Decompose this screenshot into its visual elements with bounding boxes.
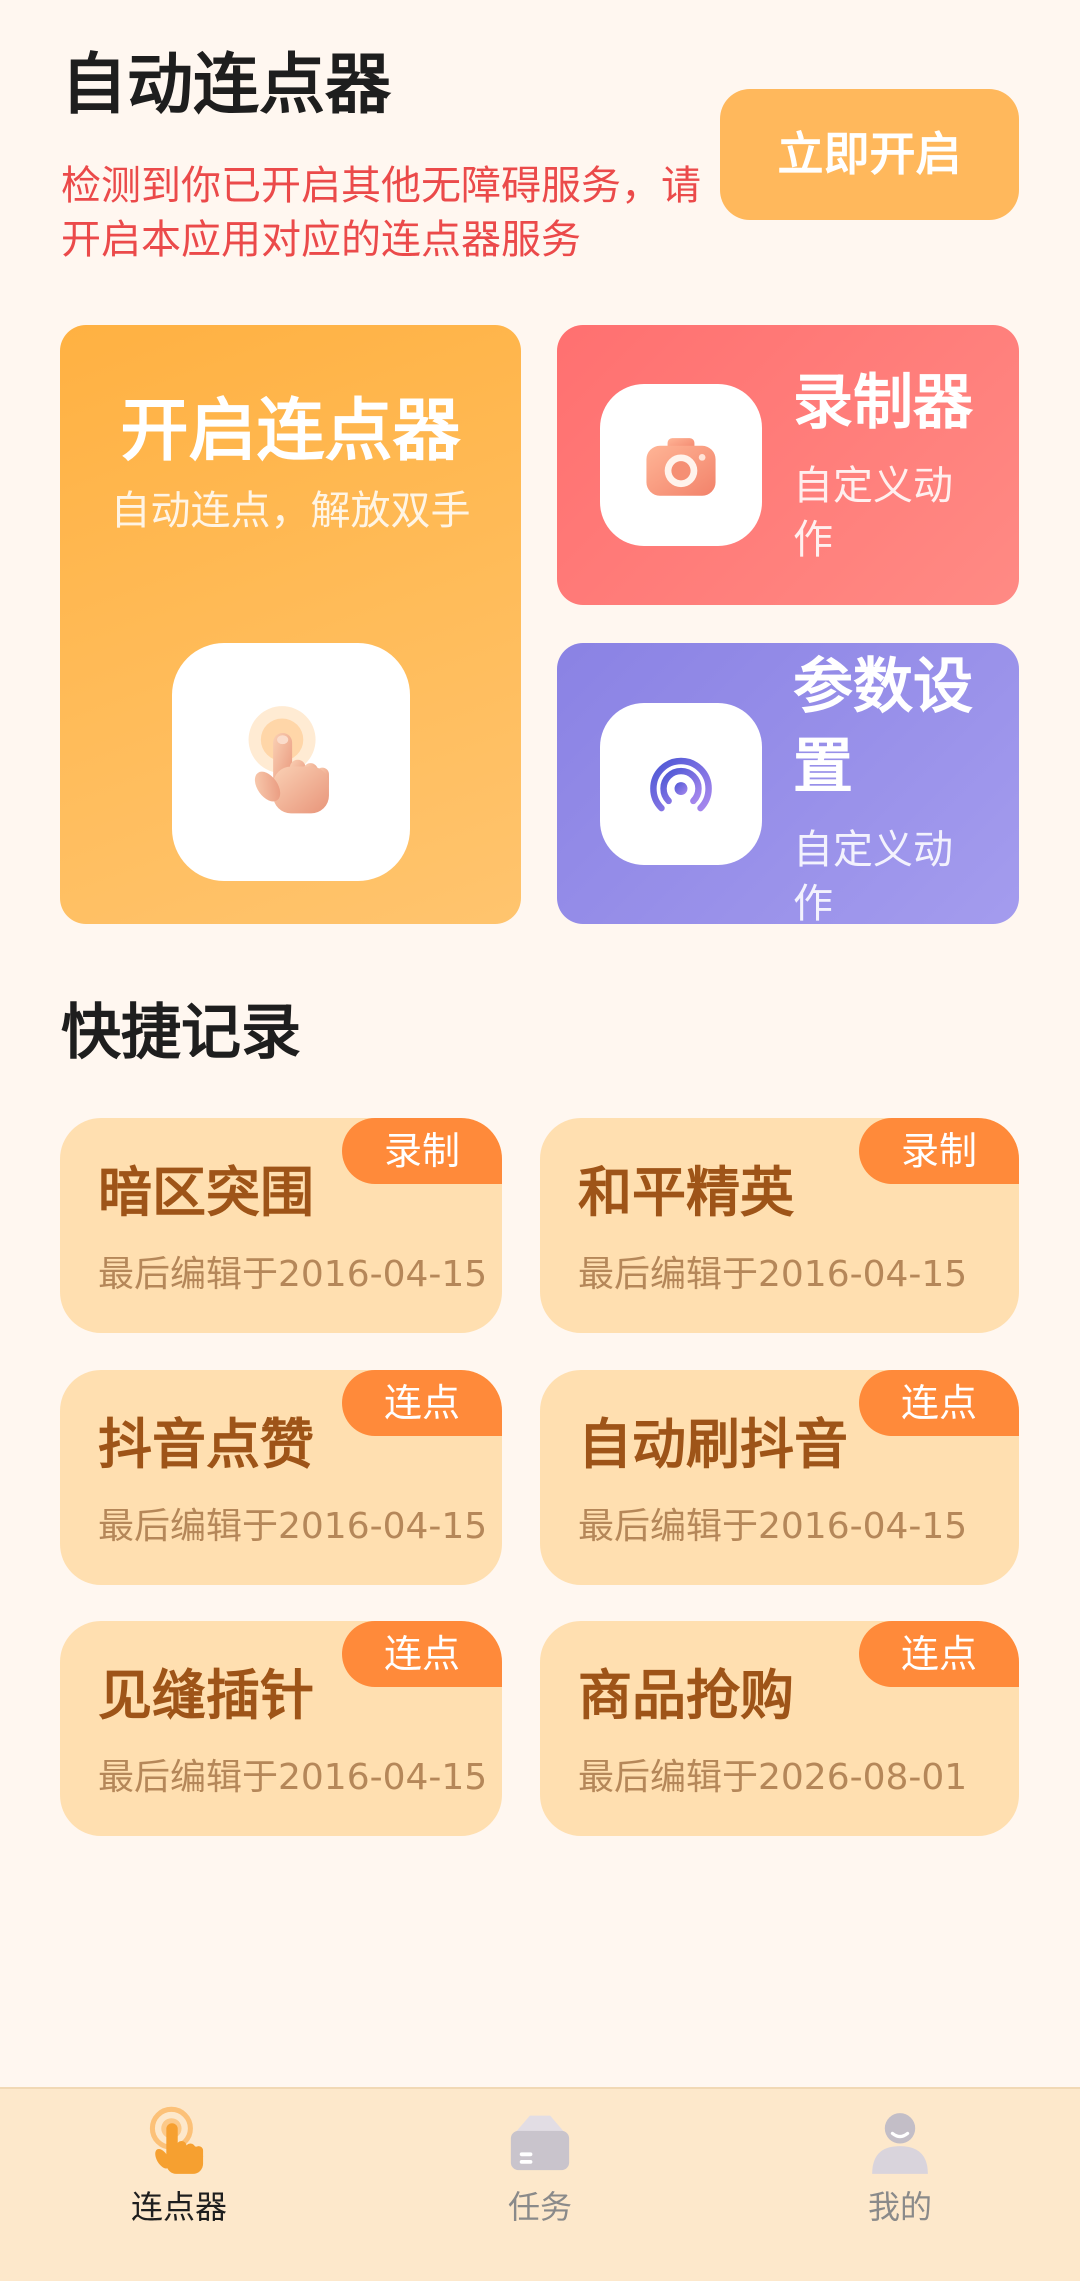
tab-label: 任务 [507,2188,572,2226]
recorder-icon-box [600,384,762,546]
record-card[interactable]: 和平精英 最后编辑于2016-04-15 录制 [540,1118,1019,1333]
record-title: 商品抢购 [578,1664,794,1727]
settings-subtitle: 自定义动作 [793,827,953,924]
broadcast-icon [650,757,712,812]
recorder-subtitle: 自定义动作 [793,463,953,563]
record-card[interactable]: 暗区突围 最后编辑于2016-04-15 录制 [60,1118,502,1333]
start-clicker-card[interactable]: 开启连点器 自动连点，解放双手 [60,325,521,924]
record-card[interactable]: 商品抢购 最后编辑于2026-08-01 连点 [540,1621,1019,1836]
bottom-tab-bar: 连点器 任务 我的 [0,2087,1080,2281]
record-edited-date: 最后编辑于2026-08-01 [578,1757,968,1798]
record-card[interactable]: 抖音点赞 最后编辑于2016-04-15 连点 [60,1370,502,1585]
app-title: 自动连点器 [61,46,391,123]
accessibility-warning: 检测到你已开启其他无障碍服务，请开启本应用对应的连点器服务 [61,163,701,263]
record-title: 暗区突围 [98,1161,314,1224]
record-title: 自动刷抖音 [578,1413,848,1476]
record-type-badge: 录制 [859,1118,1019,1184]
record-edited-date: 最后编辑于2016-04-15 [98,1757,488,1798]
settings-icon-box [600,703,762,865]
record-title: 见缝插针 [98,1664,314,1727]
record-edited-date: 最后编辑于2016-04-15 [578,1254,968,1295]
record-type-badge: 连点 [342,1621,502,1687]
tab-clicker[interactable]: 连点器 [59,2089,299,2281]
tab-profile[interactable]: 我的 [780,2089,1020,2281]
record-card[interactable]: 自动刷抖音 最后编辑于2016-04-15 连点 [540,1370,1019,1585]
start-clicker-subtitle: 自动连点，解放双手 [110,488,471,534]
task-box-icon [510,2115,570,2171]
record-type-badge: 录制 [342,1118,502,1184]
enable-now-button[interactable]: 立即开启 [720,89,1019,220]
recorder-title: 录制器 [793,368,973,438]
start-clicker-icon-box [172,643,410,881]
record-type-badge: 连点 [859,1621,1019,1687]
settings-title: 参数设置 [793,652,973,802]
recorder-card[interactable]: 录制器 自定义动作 [557,325,1019,605]
tap-hand-icon [149,2106,204,2174]
recorder-text: 录制器 自定义动作 [793,363,978,567]
tap-hand-icon [248,706,329,814]
record-edited-date: 最后编辑于2016-04-15 [98,1506,488,1547]
record-type-badge: 连点 [342,1370,502,1436]
tab-tasks[interactable]: 任务 [420,2089,660,2281]
start-clicker-title: 开启连点器 [120,392,461,471]
tab-label: 我的 [867,2188,932,2226]
record-title: 抖音点赞 [98,1413,314,1476]
settings-text: 参数设置 自定义动作 [793,647,978,924]
record-edited-date: 最后编辑于2016-04-15 [98,1254,488,1295]
profile-icon [872,2113,928,2174]
record-type-badge: 连点 [859,1370,1019,1436]
parameter-settings-card[interactable]: 参数设置 自定义动作 [557,643,1019,924]
camera-icon [646,438,716,496]
quick-records-title: 快捷记录 [61,998,301,1068]
record-card[interactable]: 见缝插针 最后编辑于2016-04-15 连点 [60,1621,502,1836]
tab-label: 连点器 [130,2188,227,2226]
record-edited-date: 最后编辑于2016-04-15 [578,1506,968,1547]
record-title: 和平精英 [578,1161,794,1224]
